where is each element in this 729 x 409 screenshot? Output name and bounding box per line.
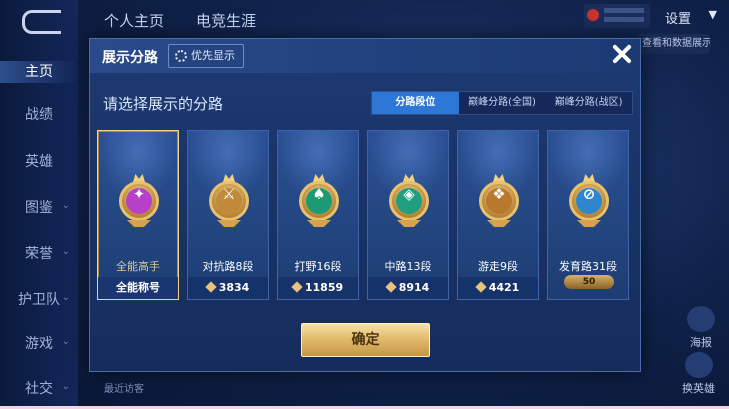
chevron-down-icon: ⌄: [61, 292, 70, 303]
card-score: 4421: [458, 277, 538, 299]
chevron-down-icon: ⌄: [61, 246, 70, 257]
diamond-icon: [385, 281, 397, 293]
card-name: 打野16段: [294, 260, 342, 273]
dialog-header: 展示分路 优先显示: [90, 39, 640, 73]
sidebar-item-guard[interactable]: 护卫队 ⌄: [0, 289, 78, 309]
chevron-down-icon: ⌄: [61, 200, 70, 211]
roam-medal-icon: ❖: [479, 174, 519, 227]
farm-lane-medal-icon: ⊘: [569, 174, 609, 227]
lane-tabs: 分路段位 巅峰分路(全国) 巅峰分路(战区): [371, 91, 633, 115]
tab-profile[interactable]: 个人主页: [104, 10, 164, 31]
dialog-subtitle: 请选择展示的分路: [103, 95, 224, 113]
lane-card-all-round[interactable]: ✦ 全能高手 全能称号: [97, 130, 179, 300]
confirm-button[interactable]: 确定: [301, 323, 430, 357]
level-badge: 50: [564, 275, 614, 289]
gear-icon: [175, 50, 187, 62]
recent-visitors-label[interactable]: 最近访客: [104, 380, 144, 395]
clash-lane-medal-icon: ⚔: [209, 174, 249, 227]
poster-icon: [687, 306, 715, 332]
swap-hero-button[interactable]: 换英雄: [682, 352, 715, 396]
notification-badge[interactable]: [584, 4, 650, 28]
sidebar-item-hero[interactable]: 英雄: [0, 151, 78, 171]
card-name: 中路13段: [384, 260, 432, 273]
lane-card-roam[interactable]: ❖ 游走9段 4421: [457, 130, 539, 300]
card-score: 11859: [278, 277, 358, 299]
card-name: 游走9段: [478, 260, 518, 273]
tab-peak-national[interactable]: 巅峰分路(全国): [459, 92, 546, 114]
sidebar: 主页 战绩 英雄 图鉴 ⌄ 荣誉 ⌄ 护卫队 ⌄ 游戏 ⌄ 社交 ⌄: [0, 0, 78, 409]
jungle-medal-icon: ♠: [299, 174, 339, 227]
chevron-down-icon: ⌄: [61, 336, 70, 347]
all-round-medal-icon: ✦: [119, 174, 159, 227]
lane-card-farm[interactable]: ⊘ 发育路31段 50: [547, 130, 629, 300]
sidebar-item-record[interactable]: 战绩: [0, 104, 78, 124]
card-name: 对抗路8段: [202, 260, 254, 273]
poster-button[interactable]: 海报: [687, 306, 715, 350]
diamond-icon: [205, 281, 217, 293]
diamond-icon: [475, 281, 487, 293]
mid-lane-medal-icon: ◈: [389, 174, 429, 227]
sidebar-item-home[interactable]: 主页: [0, 61, 78, 83]
tab-lane-rank[interactable]: 分路段位: [372, 92, 459, 114]
sidebar-item-game[interactable]: 游戏 ⌄: [0, 333, 78, 353]
chevron-down-icon[interactable]: ▼: [709, 8, 717, 21]
settings-button[interactable]: 设置: [665, 8, 691, 27]
dialog-title: 展示分路: [102, 50, 158, 66]
card-score: 3834: [188, 277, 268, 299]
tab-peak-region[interactable]: 巅峰分路(战区): [545, 92, 632, 114]
card-footer: 全能称号: [98, 277, 178, 299]
sidebar-item-codex[interactable]: 图鉴 ⌄: [0, 197, 78, 217]
close-icon[interactable]: [606, 38, 640, 70]
card-name: 发育路31段: [559, 260, 617, 273]
lane-card-jungle[interactable]: ♠ 打野16段 11859: [277, 130, 359, 300]
game-logo-icon: [22, 10, 61, 34]
priority-display-button[interactable]: 优先显示: [168, 44, 244, 68]
sidebar-item-social[interactable]: 社交 ⌄: [0, 378, 78, 398]
chevron-down-icon: ⌄: [61, 381, 70, 392]
sidebar-item-honor[interactable]: 荣誉 ⌄: [0, 243, 78, 263]
data-display-button[interactable]: 查看和数据展示: [638, 34, 710, 54]
lane-card-mid[interactable]: ◈ 中路13段 8914: [367, 130, 449, 300]
diamond-icon: [291, 281, 303, 293]
tab-esports[interactable]: 电竞生涯: [196, 10, 256, 31]
card-score: 8914: [368, 277, 448, 299]
card-name: 全能高手: [116, 260, 160, 273]
lane-card-clash[interactable]: ⚔ 对抗路8段 3834: [187, 130, 269, 300]
swap-hero-icon: [684, 352, 713, 378]
